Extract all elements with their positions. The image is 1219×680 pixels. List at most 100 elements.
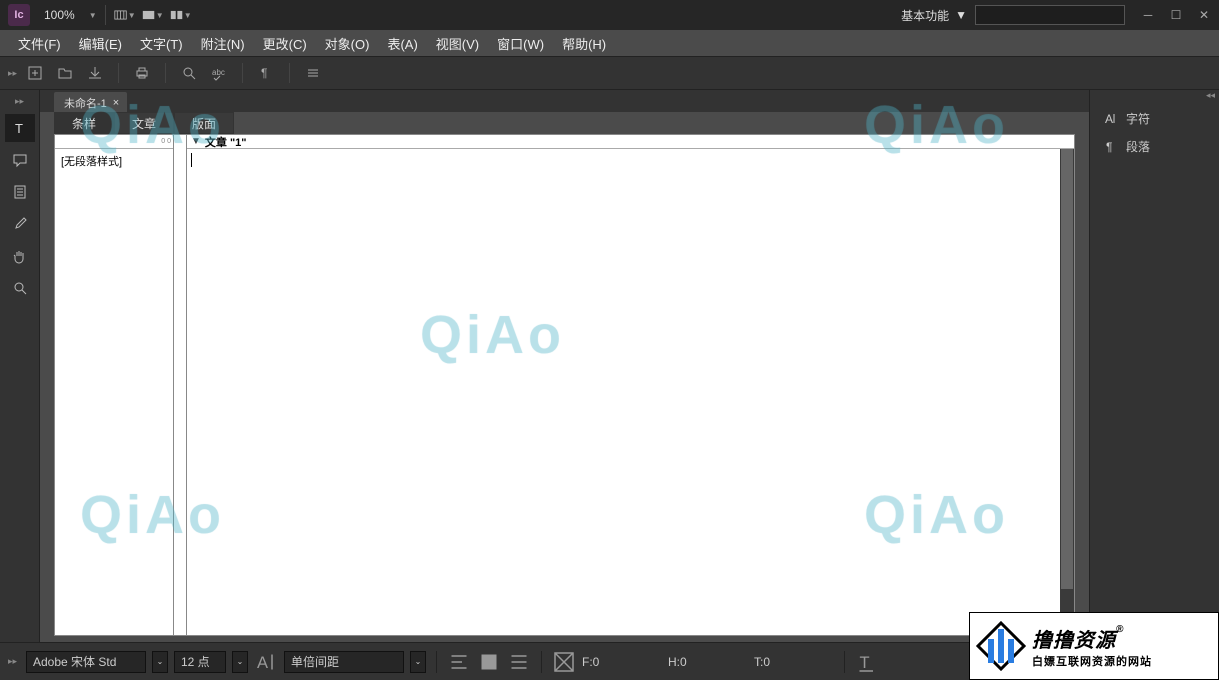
- column-gutter[interactable]: [174, 134, 186, 636]
- app-logo: Ic: [8, 4, 30, 26]
- editor-wrap: 0 0 [无段落样式] ▼ 文章 "1" QiAo QiAo QiAo: [40, 134, 1089, 642]
- chevron-down-icon: ▼: [128, 11, 136, 20]
- menu-edit[interactable]: 编辑(E): [71, 30, 130, 57]
- sub-tab-article[interactable]: 文章: [114, 112, 174, 134]
- zoom-select[interactable]: 100% ▼: [44, 8, 97, 22]
- metric-f: F:0: [582, 655, 662, 669]
- font-select[interactable]: Adobe 宋体 Std: [26, 651, 146, 673]
- page-tool-icon[interactable]: [5, 178, 35, 206]
- maximize-button[interactable]: ☐: [1169, 8, 1183, 22]
- workspace-select[interactable]: 基本功能 ▼: [901, 7, 967, 24]
- panel-char-label: 字符: [1126, 110, 1150, 127]
- badge-main-label: 撸撸资源: [1032, 624, 1116, 653]
- left-expand[interactable]: ▸▸: [15, 96, 24, 110]
- divider: [105, 5, 106, 25]
- divider: [242, 63, 243, 83]
- text-area[interactable]: [187, 149, 1074, 174]
- menu-bar: 文件(F) 编辑(E) 文字(T) 附注(N) 更改(C) 对象(O) 表(A)…: [0, 30, 1219, 56]
- leading-icon[interactable]: A: [254, 651, 278, 673]
- search-input[interactable]: [975, 5, 1125, 25]
- para-icon: ¶: [1104, 139, 1118, 153]
- new-doc-icon[interactable]: [20, 60, 50, 86]
- type-tool-icon[interactable]: T: [5, 114, 35, 142]
- badge-registered: ®: [1116, 624, 1124, 635]
- print-icon[interactable]: [127, 60, 157, 86]
- sub-tab-style[interactable]: 条样: [54, 112, 114, 134]
- svg-text:abc: abc: [212, 68, 225, 77]
- badge-text: 撸撸资源 ® 白嫖互联网资源的网站: [1032, 624, 1152, 669]
- align-icon-2[interactable]: [477, 651, 501, 673]
- spellcheck-icon[interactable]: abc: [204, 60, 234, 86]
- spacing-dropdown[interactable]: ⌄: [410, 651, 426, 673]
- sub-tab-bar: 条样 文章 版面: [40, 112, 1089, 134]
- minimize-button[interactable]: ─: [1141, 8, 1155, 22]
- collapse-arrow-icon[interactable]: ▼: [191, 136, 201, 147]
- frame-icon[interactable]: [552, 651, 576, 673]
- text-tool-icon[interactable]: T: [855, 651, 879, 673]
- menu-table[interactable]: 表(A): [379, 30, 425, 57]
- document-tab-bar: 未命名-1 ×: [40, 90, 1089, 112]
- note-tool-icon[interactable]: [5, 146, 35, 174]
- svg-text:T: T: [860, 654, 870, 672]
- scroll-thumb[interactable]: [1061, 149, 1073, 589]
- pilcrow-icon[interactable]: ¶: [251, 60, 281, 86]
- close-button[interactable]: ✕: [1197, 8, 1211, 22]
- badge-main-text: 撸撸资源 ®: [1032, 624, 1152, 653]
- panel-para[interactable]: ¶ 段落: [1090, 132, 1219, 160]
- right-panel: ◂◂ A 字符 ¶ 段落: [1089, 90, 1219, 642]
- divider: [289, 63, 290, 83]
- size-dropdown[interactable]: ⌄: [232, 651, 248, 673]
- svg-text:T: T: [15, 121, 23, 136]
- svg-text:¶: ¶: [1106, 140, 1112, 153]
- align-icon-3[interactable]: [507, 651, 531, 673]
- article-header[interactable]: ▼ 文章 "1": [187, 135, 1074, 149]
- menu-window[interactable]: 窗口(W): [489, 30, 552, 57]
- right-expand[interactable]: ◂◂: [1090, 90, 1219, 104]
- paragraph-style-label[interactable]: [无段落样式]: [55, 149, 173, 173]
- menu-file[interactable]: 文件(F): [10, 30, 69, 57]
- font-dropdown[interactable]: ⌄: [152, 651, 168, 673]
- chevron-down-icon: ▼: [955, 8, 967, 22]
- menu-object[interactable]: 对象(O): [317, 30, 378, 57]
- hand-tool-icon[interactable]: [5, 242, 35, 270]
- center-area: 未命名-1 × 条样 文章 版面 0 0 [无段落样式] ▼ 文章 "1": [40, 90, 1089, 642]
- size-select[interactable]: 12 点: [174, 651, 226, 673]
- separator: [541, 651, 542, 673]
- search-icon[interactable]: [174, 60, 204, 86]
- toolbar: ▸▸ abc ¶: [0, 56, 1219, 90]
- tab-close-icon[interactable]: ×: [113, 97, 119, 109]
- document-tab-label: 未命名-1: [64, 95, 107, 111]
- spacing-select[interactable]: 单倍间距: [284, 651, 404, 673]
- badge-sub-label: 白嫖互联网资源的网站: [1032, 653, 1152, 669]
- divider: [118, 63, 119, 83]
- separator: [436, 651, 437, 673]
- view-mode-icon-1[interactable]: ▼: [114, 6, 136, 24]
- menu-view[interactable]: 视图(V): [428, 30, 487, 57]
- chevron-down-icon: ▼: [156, 11, 164, 20]
- open-icon[interactable]: [50, 60, 80, 86]
- panel-char[interactable]: A 字符: [1090, 104, 1219, 132]
- view-mode-icon-3[interactable]: ▼: [170, 6, 192, 24]
- style-column: 0 0 [无段落样式]: [54, 134, 174, 636]
- size-value: 12 点: [181, 653, 210, 670]
- menu-changes[interactable]: 更改(C): [255, 30, 315, 57]
- app-logo-text: Ic: [14, 9, 23, 21]
- menu-notes[interactable]: 附注(N): [193, 30, 253, 57]
- metric-t: T:0: [754, 655, 834, 669]
- zoom-tool-icon[interactable]: [5, 274, 35, 302]
- sub-tab-layout[interactable]: 版面: [174, 112, 234, 134]
- eyedropper-tool-icon[interactable]: [5, 210, 35, 238]
- view-mode-icon-2[interactable]: ▼: [142, 6, 164, 24]
- badge-logo-icon: [976, 621, 1026, 671]
- menu-text[interactable]: 文字(T): [132, 30, 191, 57]
- save-icon[interactable]: [80, 60, 110, 86]
- toolbar-collapse[interactable]: ▸▸: [8, 68, 20, 79]
- align-icon-1[interactable]: [447, 651, 471, 673]
- zoom-value: 100%: [44, 8, 75, 22]
- corner-badge: 撸撸资源 ® 白嫖互联网资源的网站: [969, 612, 1219, 680]
- document-tab[interactable]: 未命名-1 ×: [54, 92, 127, 112]
- vertical-scrollbar[interactable]: [1060, 149, 1074, 635]
- bottombar-collapse[interactable]: ▸▸: [8, 656, 20, 667]
- menu-help[interactable]: 帮助(H): [554, 30, 614, 57]
- menu-icon[interactable]: [298, 60, 328, 86]
